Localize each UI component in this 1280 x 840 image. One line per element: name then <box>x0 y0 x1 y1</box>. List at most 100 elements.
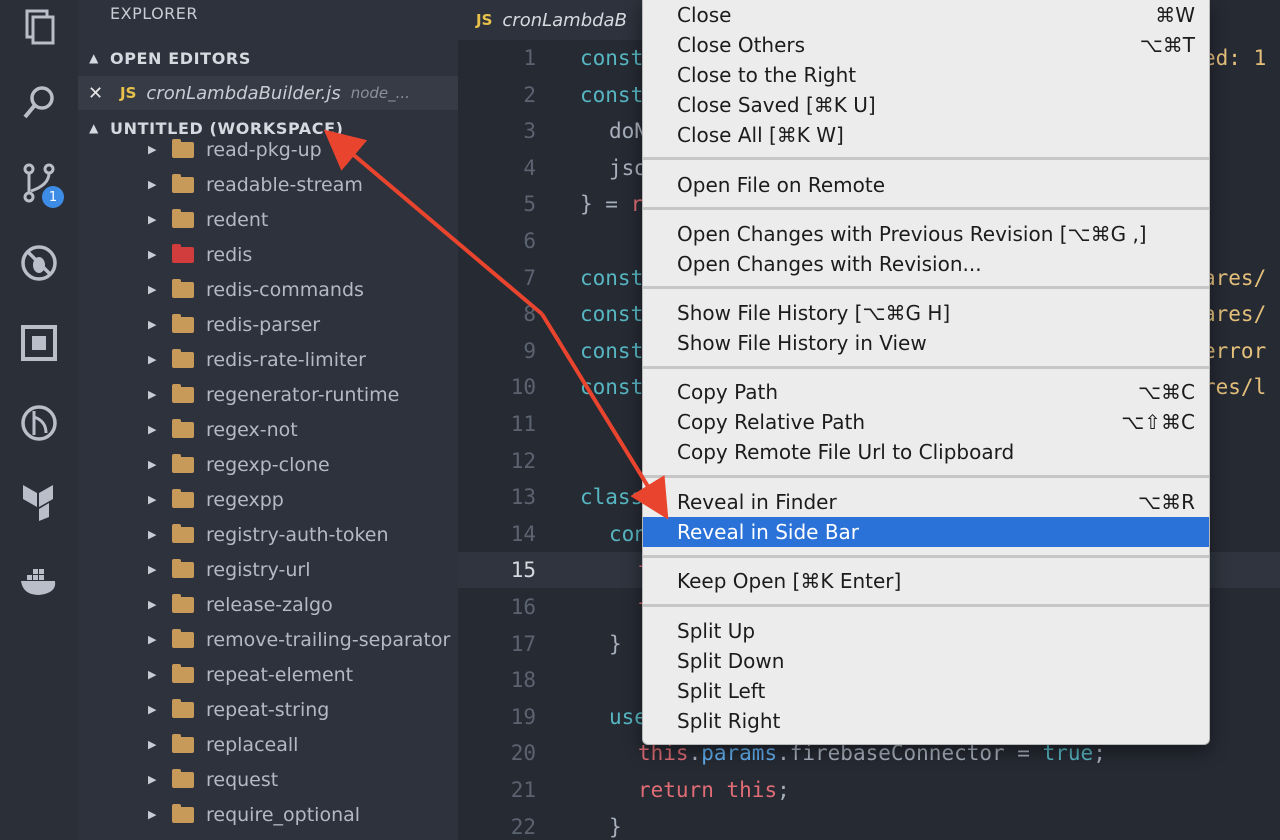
menu-separator <box>643 555 1209 558</box>
tree-item[interactable]: ▶ redis-parser <box>78 307 458 342</box>
menu-item-open-changes-with-previous-revision-g[interactable]: Open Changes with Previous Revision [⌥⌘G… <box>643 219 1209 249</box>
code-text: const <box>580 266 643 290</box>
menu-item-reveal-in-finder[interactable]: Reveal in Finder ⌥⌘R <box>643 487 1209 517</box>
menu-item-show-file-history-g-h[interactable]: Show File History [⌥⌘G H] <box>643 298 1209 328</box>
tree-item[interactable]: ▶ regenerator-runtime <box>78 377 458 412</box>
menu-item-close-to-the-right[interactable]: Close to the Right <box>643 60 1209 90</box>
menu-item-shortcut: ⌥⌘T <box>1139 33 1195 57</box>
menu-item-copy-path[interactable]: Copy Path ⌥⌘C <box>643 377 1209 407</box>
folder-icon <box>172 733 194 753</box>
menu-item-open-changes-with-revision[interactable]: Open Changes with Revision... <box>643 249 1209 279</box>
folder-icon <box>172 383 194 403</box>
code-token: } <box>609 631 622 656</box>
menu-item-show-file-history-in-view[interactable]: Show File History in View <box>643 328 1209 358</box>
menu-item-copy-relative-path[interactable]: Copy Relative Path ⌥⇧⌘C <box>643 407 1209 437</box>
activity-bar: 1 <box>0 0 78 840</box>
menu-item-label: Close to the Right <box>677 63 857 87</box>
code-token: class <box>580 485 644 510</box>
menu-item-label: Close Others <box>677 33 806 57</box>
chevron-right-icon: ▶ <box>148 283 157 296</box>
chevron-right-icon: ▶ <box>148 703 157 716</box>
line-number: 4 <box>523 155 536 180</box>
folder-icon <box>172 558 194 578</box>
chevron-right-icon: ▶ <box>148 738 157 751</box>
code-token: } <box>609 814 622 839</box>
tree-item[interactable]: ▶ readable-stream <box>78 167 458 202</box>
menu-separator <box>643 475 1209 478</box>
line-number: 7 <box>523 265 536 290</box>
chevron-right-icon: ▶ <box>148 458 157 471</box>
menu-item-copy-remote-file-url-to-clipboard[interactable]: Copy Remote File Url to Clipboard <box>643 437 1209 467</box>
menu-item-label: Reveal in Side Bar <box>677 520 860 544</box>
tree-item[interactable]: ▶ redis-rate-limiter <box>78 342 458 377</box>
tree-item[interactable]: ▶ redis-commands <box>78 272 458 307</box>
tree-item[interactable]: ▶ redis <box>78 237 458 272</box>
tree-item-label: redent <box>206 208 269 231</box>
editor-tab[interactable]: JS cronLambdaB <box>458 0 658 40</box>
folder-icon <box>172 173 194 193</box>
menu-item-open-file-on-remote[interactable]: Open File on Remote <box>643 170 1209 200</box>
tree-item[interactable]: ▶ require_optional <box>78 797 458 832</box>
code-token: const <box>580 265 644 290</box>
menu-item-label: Open Changes with Previous Revision [⌥⌘G… <box>677 222 1147 246</box>
files-icon[interactable] <box>14 2 64 52</box>
tree-item[interactable]: ▶ request <box>78 762 458 797</box>
menu-item-keep-open-k-enter[interactable]: Keep Open [⌘K Enter] <box>643 566 1209 596</box>
menu-item-split-right[interactable]: Split Right <box>643 706 1209 736</box>
tree-item[interactable]: ▶ release-zalgo <box>78 587 458 622</box>
folder-icon <box>172 313 194 333</box>
open-editor-path: node_... <box>350 84 410 102</box>
code-token: } = <box>580 192 631 217</box>
tree-item[interactable]: ▶ regex-not <box>78 412 458 447</box>
tree-item[interactable]: ▶ registry-auth-token <box>78 517 458 552</box>
menu-separator <box>643 286 1209 289</box>
terraform-icon[interactable] <box>14 476 64 526</box>
code-token: const <box>580 338 644 363</box>
menu-separator <box>643 366 1209 369</box>
tree-item[interactable]: ▶ replaceall <box>78 727 458 762</box>
docker-icon[interactable] <box>14 556 64 606</box>
line-number: 1 <box>523 46 536 70</box>
tree-item[interactable]: ▶ remove-trailing-separator <box>78 622 458 657</box>
tree-item-label: release-zalgo <box>206 593 333 616</box>
tree-item-label: registry-url <box>206 558 311 581</box>
tree-item[interactable]: ▶ repeat-string <box>78 692 458 727</box>
line-number: 3 <box>523 119 536 144</box>
code-overflow-text: ares/ <box>1203 265 1267 290</box>
menu-item-label: Split Down <box>677 649 785 673</box>
menu-item-split-down[interactable]: Split Down <box>643 646 1209 676</box>
menu-item-close-all-k-w[interactable]: Close All [⌘K W] <box>643 120 1209 150</box>
menu-item-shortcut: ⌥⇧⌘C <box>1121 410 1195 434</box>
search-icon[interactable] <box>14 78 64 128</box>
menu-item-split-left[interactable]: Split Left <box>643 676 1209 706</box>
debug-icon[interactable] <box>14 238 64 288</box>
tree-item[interactable]: ▶ redent <box>78 202 458 237</box>
folder-icon <box>172 208 194 228</box>
close-icon[interactable]: ✕ <box>88 83 120 104</box>
code-text: class <box>580 485 643 509</box>
open-editor-item[interactable]: ✕ JS cronLambdaBuilder.js node_... <box>78 76 458 110</box>
tree-item[interactable]: ▶ regexpp <box>78 482 458 517</box>
menu-item-reveal-in-side-bar[interactable]: Reveal in Side Bar <box>643 517 1209 547</box>
tree-item[interactable]: ▶ read-pkg-up <box>78 132 458 167</box>
chevron-right-icon: ▶ <box>148 773 157 786</box>
extensions-icon[interactable] <box>14 318 64 368</box>
explorer-sidebar: EXPLORER ▲ OPEN EDITORS ✕ JS cronLambdaB… <box>78 0 458 840</box>
menu-item-close[interactable]: Close ⌘W <box>643 0 1209 30</box>
menu-item-close-saved-k-u[interactable]: Close Saved [⌘K U] <box>643 90 1209 120</box>
code-text: } <box>609 815 622 839</box>
menu-item-split-up[interactable]: Split Up <box>643 616 1209 646</box>
code-text: } = r <box>580 192 643 216</box>
tree-item-label: redis-commands <box>206 278 364 301</box>
chevron-right-icon: ▶ <box>148 668 157 681</box>
code-overflow-text: ares/ <box>1203 302 1267 327</box>
line-number: 13 <box>510 485 536 510</box>
open-editors-header[interactable]: ▲ OPEN EDITORS <box>78 42 458 74</box>
tree-item-label: repeat-string <box>206 698 330 721</box>
tree-item[interactable]: ▶ repeat-element <box>78 657 458 692</box>
git-graph-icon[interactable] <box>14 398 64 448</box>
tree-item[interactable]: ▶ regexp-clone <box>78 447 458 482</box>
menu-item-close-others[interactable]: Close Others ⌥⌘T <box>643 30 1209 60</box>
tree-item[interactable]: ▶ registry-url <box>78 552 458 587</box>
menu-item-label: Split Up <box>677 619 756 643</box>
